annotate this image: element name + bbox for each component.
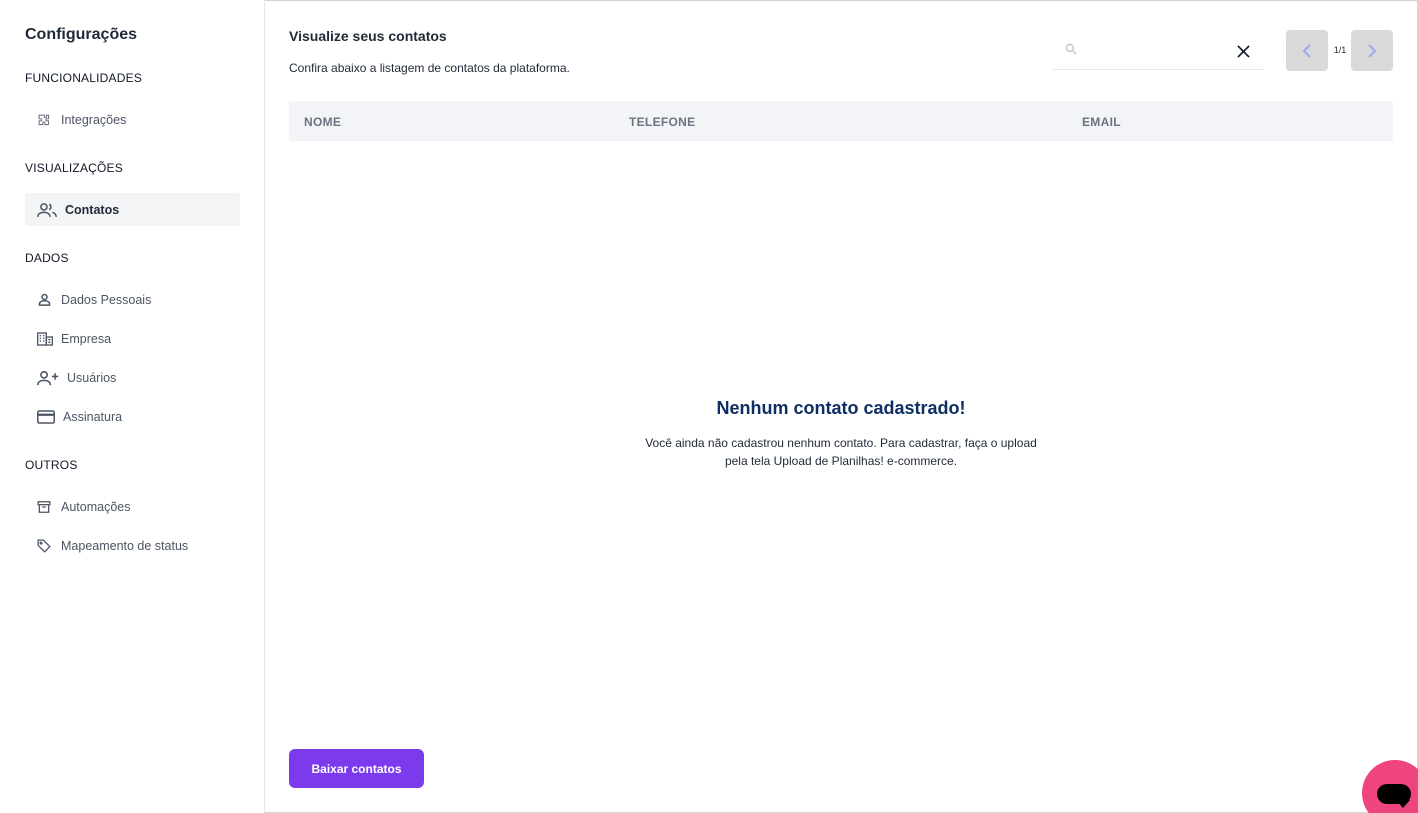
puzzle-icon [37,112,57,128]
sidebar-item-label: Assinatura [63,409,123,424]
next-page-button[interactable] [1351,30,1393,71]
sidebar-item-label: Dados Pessoais [61,292,152,307]
download-contacts-button[interactable]: Baixar contatos [289,749,424,788]
sidebar-title: Configurações [25,26,138,43]
sidebar-item-automacoes[interactable]: Automações [25,490,240,523]
sidebar-item-assinatura[interactable]: Assinatura [25,400,240,433]
chevron-left-icon [1302,43,1311,58]
sidebar-item-usuarios[interactable]: Usuários [25,361,240,394]
sidebar-item-label: Integrações [61,112,127,127]
contacts-icon [37,202,61,218]
sidebar-item-label: Empresa [61,331,112,346]
section-outros: OUTROS [25,458,78,472]
search-input[interactable] [1085,40,1235,62]
section-dados: DADOS [25,251,69,265]
column-header-nome[interactable]: NOME [304,115,341,129]
section-funcionalidades: FUNCIONALIDADES [25,71,143,85]
sidebar-item-label: Mapeamento de status [61,538,189,553]
user-icon [37,292,57,308]
sidebar-item-dados-pessoais[interactable]: Dados Pessoais [25,283,240,316]
close-icon [1236,44,1250,58]
column-header-email[interactable]: EMAIL [1082,115,1121,129]
search-box [1053,32,1263,70]
sidebar-item-label: Usuários [67,370,117,385]
archive-icon [37,499,57,515]
search-icon [1064,42,1078,61]
page-title: Visualize seus contatos [289,28,447,44]
sidebar: Configurações FUNCIONALIDADES Integraçõe… [0,0,265,813]
tag-icon [37,538,57,554]
add-user-icon [37,370,63,386]
sidebar-item-integracoes[interactable]: Integrações [25,103,240,136]
column-header-telefone[interactable]: TELEFONE [629,115,695,129]
chevron-right-icon [1368,43,1377,58]
section-visualizacoes: VISUALIZAÇÕES [25,161,123,175]
empty-state-text: Você ainda não cadastrou nenhum contato.… [645,436,1037,468]
credit-card-icon [37,409,59,425]
building-icon [37,331,57,347]
clear-search-button[interactable] [1233,41,1253,61]
sidebar-item-empresa[interactable]: Empresa [25,322,240,355]
page-subtitle: Confira abaixo a listagem de contatos da… [289,61,570,75]
page-indicator: 1/1 [1333,45,1347,55]
sidebar-item-label: Contatos [65,202,120,217]
previous-page-button[interactable] [1286,30,1328,71]
sidebar-item-mapeamento-status[interactable]: Mapeamento de status [25,529,240,562]
sidebar-item-label: Automações [61,499,131,514]
chat-bubble-tail [1396,800,1410,808]
empty-state-title: Nenhum contato cadastrado! [716,398,966,418]
table-header: NOME TELEFONE EMAIL [289,101,1393,141]
sidebar-item-contatos[interactable]: Contatos [25,193,240,226]
